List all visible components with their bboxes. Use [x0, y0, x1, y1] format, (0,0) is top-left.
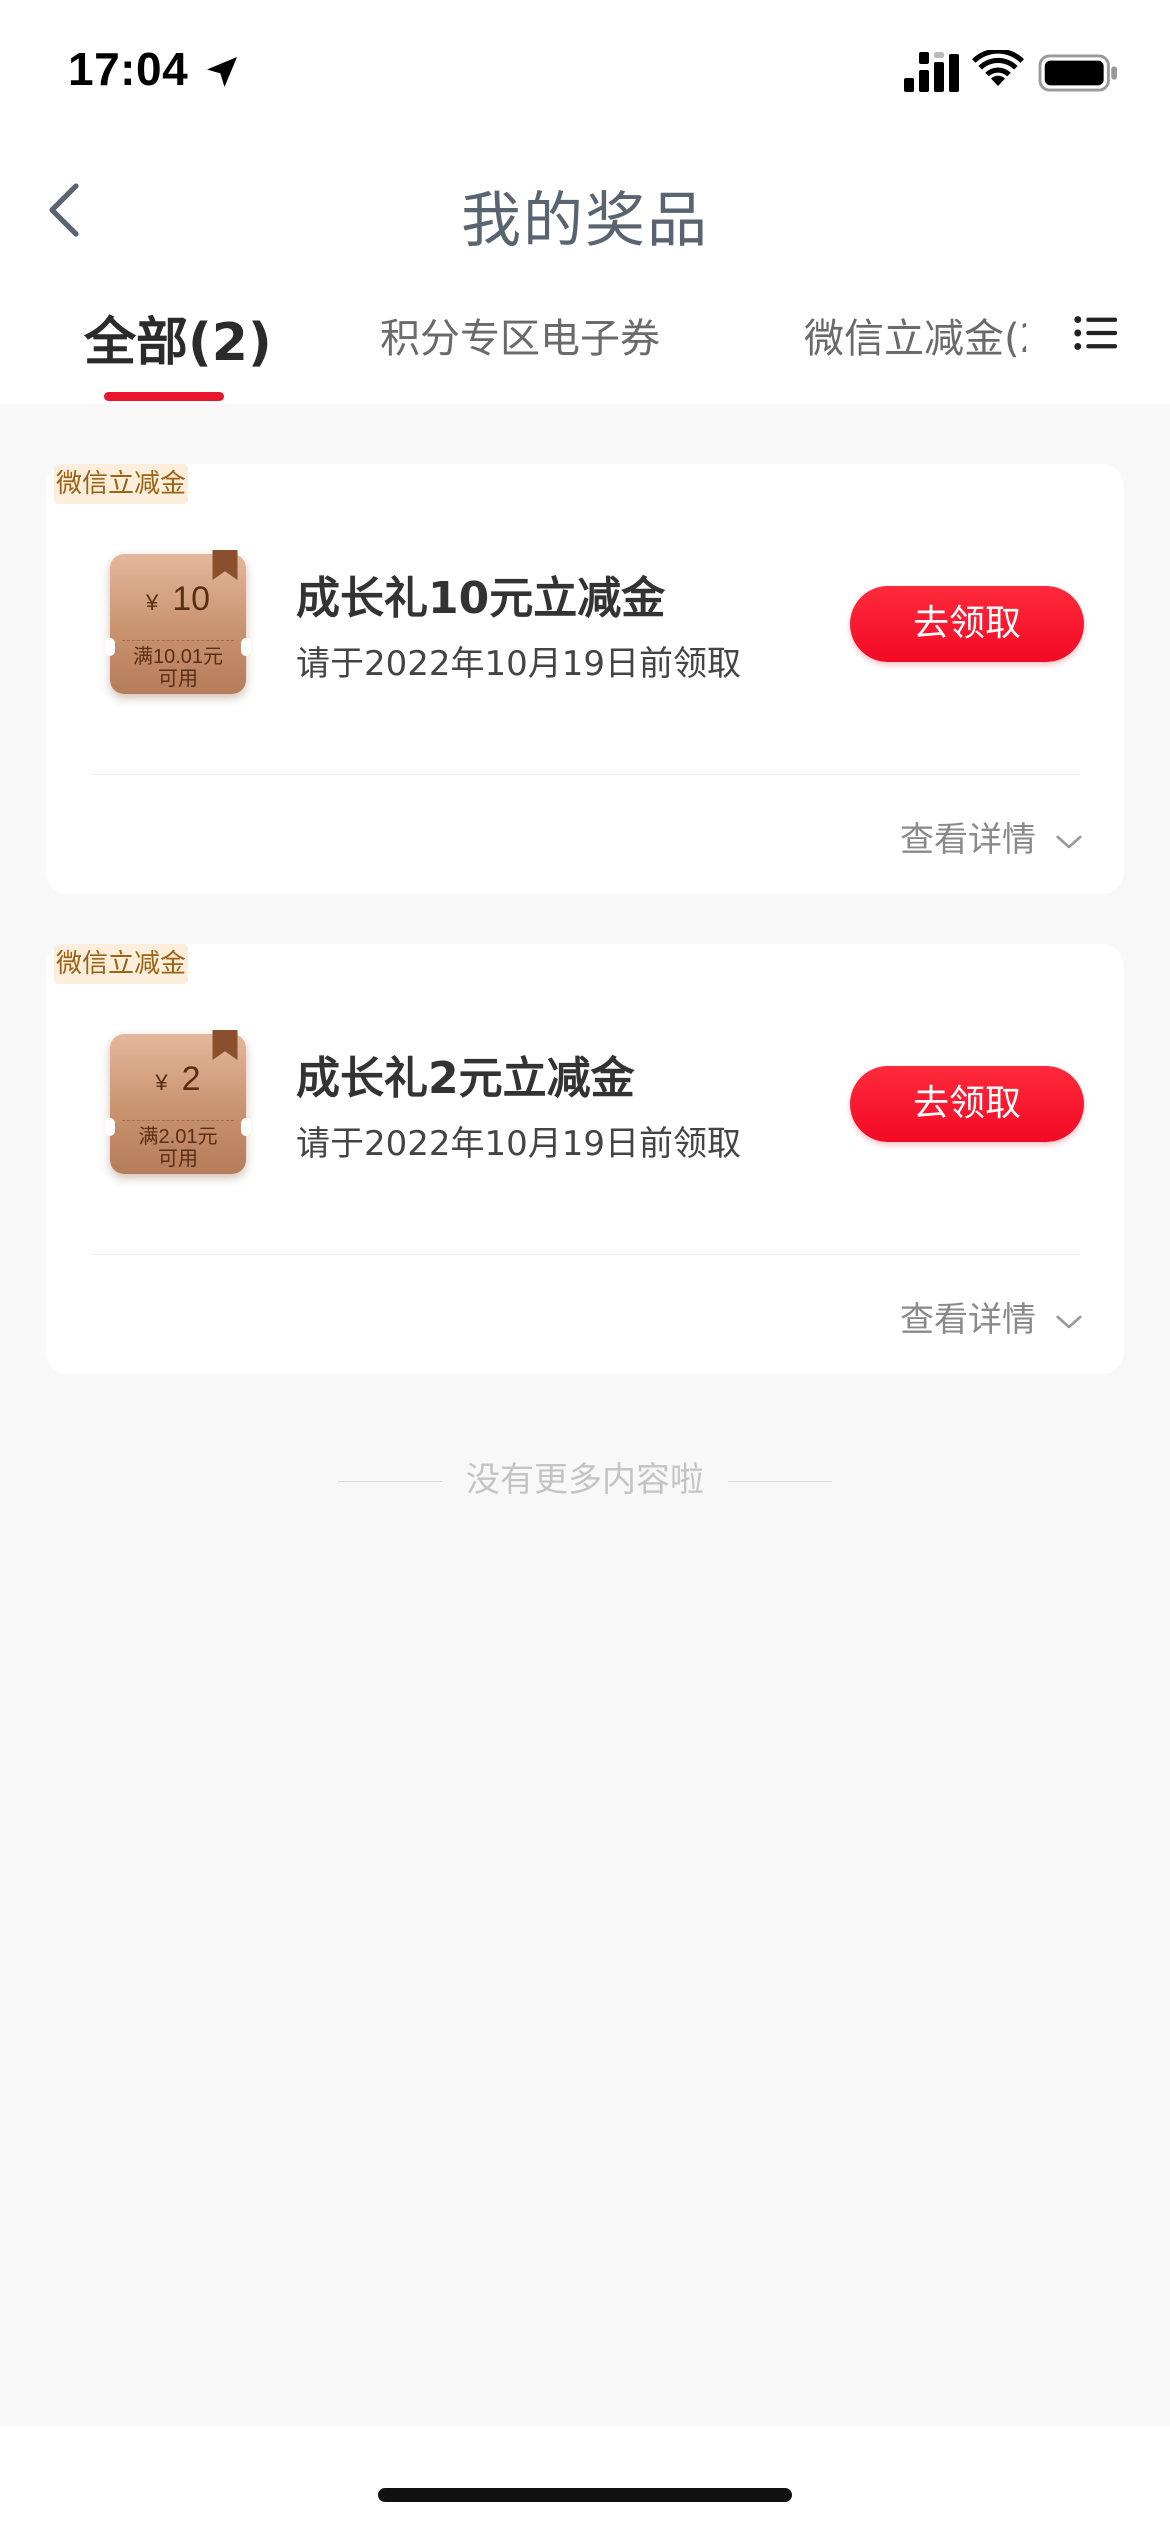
divider-line: [728, 1481, 832, 1482]
prize-card: 微信立减金 ¥10 满10.01元 可用 成长礼10元立减金 请于2022年10…: [46, 464, 1124, 894]
battery-icon: [1038, 54, 1117, 92]
divider-line: [338, 1481, 442, 1482]
view-details-label: 查看详情: [900, 820, 1036, 860]
tab-points-coupons[interactable]: 积分专区电子券: [380, 306, 660, 364]
coupon-condition: 满2.01元 可用: [110, 1126, 246, 1170]
page-title: 我的奖品: [461, 186, 709, 256]
list-menu-icon[interactable]: [1072, 310, 1118, 356]
coupon-thumbnail: ¥2 满2.01元 可用: [105, 1030, 251, 1174]
prize-card: 微信立减金 ¥2 满2.01元 可用 成长礼2元立减金 请于2022年10月19…: [46, 944, 1124, 1374]
coupon-notch: [105, 638, 115, 656]
view-details-link[interactable]: 查看详情: [900, 812, 1084, 861]
prize-type-tag: 微信立减金: [54, 944, 188, 984]
prize-deadline: 请于2022年10月19日前领取: [296, 1124, 742, 1164]
chevron-down-icon: [1056, 835, 1082, 848]
coupon-notch: [241, 1118, 251, 1136]
coupon-condition-line2: 可用: [158, 1148, 198, 1170]
prize-name: 成长礼10元立减金: [296, 573, 666, 624]
prize-name: 成长礼2元立减金: [296, 1053, 635, 1104]
tab-bar: 全部(2) 积分专区电子券 微信立减金(2): [0, 280, 1170, 404]
coupon-condition-line2: 可用: [158, 668, 198, 690]
end-of-list-notice: 没有更多内容啦: [0, 1452, 1170, 1501]
home-indicator-area: [0, 2426, 1170, 2532]
view-details-label: 查看详情: [900, 1300, 1036, 1340]
coupon-condition-line1: 满10.01元: [132, 646, 224, 668]
wifi-icon: [972, 50, 1024, 86]
claim-button[interactable]: 去领取: [850, 586, 1084, 662]
signal-icon: [904, 52, 959, 92]
coupon-value: 10: [172, 580, 211, 618]
coupon-divider: [122, 640, 234, 641]
coupon-value: 2: [181, 1060, 201, 1098]
coupon-divider: [122, 1120, 234, 1121]
coupon-currency: ¥: [145, 590, 159, 615]
status-time: 17:04: [68, 43, 189, 95]
chevron-down-icon: [1056, 1315, 1082, 1328]
claim-button[interactable]: 去领取: [850, 1066, 1084, 1142]
bookmark-ribbon-icon: [212, 550, 238, 580]
status-bar: 17:04: [0, 0, 1170, 140]
coupon-amount: ¥10: [110, 580, 246, 619]
view-details-link[interactable]: 查看详情: [900, 1292, 1084, 1341]
active-tab-indicator: [104, 392, 224, 401]
coupon-thumbnail: ¥10 满10.01元 可用: [105, 550, 251, 694]
coupon-notch: [105, 1118, 115, 1136]
tab-wechat-discount-clip: 微信立减金(2): [804, 306, 1026, 376]
coupon-condition: 满10.01元 可用: [110, 646, 246, 690]
card-divider: [90, 774, 1080, 775]
home-indicator[interactable]: [378, 2488, 792, 2502]
coupon-amount: ¥2: [110, 1060, 246, 1099]
tab-wechat-discount[interactable]: 微信立减金(2): [804, 316, 1026, 362]
prize-deadline: 请于2022年10月19日前领取: [296, 644, 742, 684]
tab-all[interactable]: 全部(2): [84, 300, 272, 375]
location-arrow-icon: [207, 57, 237, 87]
prize-type-tag: 微信立减金: [54, 464, 188, 504]
nav-bar: 我的奖品: [0, 140, 1170, 280]
coupon-condition-line1: 满2.01元: [138, 1126, 218, 1148]
no-more-text: 没有更多内容啦: [466, 1460, 704, 1500]
card-divider: [90, 1254, 1080, 1255]
coupon-currency: ¥: [155, 1070, 168, 1095]
coupon-notch: [241, 638, 251, 656]
bookmark-ribbon-icon: [212, 1030, 238, 1060]
